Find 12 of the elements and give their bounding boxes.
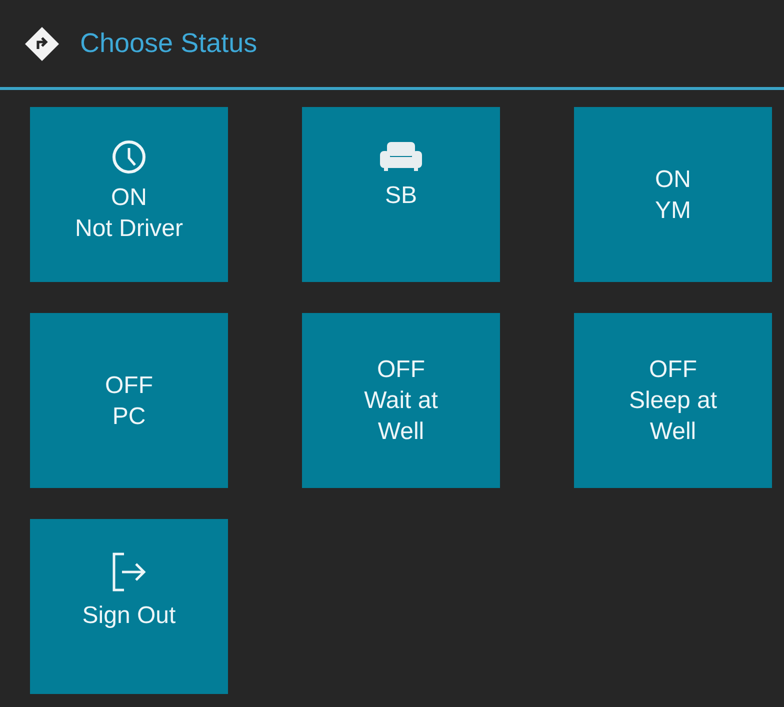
status-button[interactable]: OFF Sleep at Well [574, 313, 772, 488]
status-button[interactable]: SB [302, 107, 500, 282]
status-button[interactable]: OFF PC [30, 313, 228, 488]
status-button[interactable]: Sign Out [30, 519, 228, 694]
screen-title: Choose Status [80, 28, 258, 59]
status-button[interactable]: OFF Wait at Well [302, 313, 500, 488]
status-button[interactable]: ON YM [574, 107, 772, 282]
sofa-icon [379, 140, 423, 172]
route-sign-icon [24, 26, 60, 62]
sign-out-icon [112, 552, 146, 592]
status-button[interactable]: ON Not Driver [30, 107, 228, 282]
clock-icon [112, 140, 146, 174]
